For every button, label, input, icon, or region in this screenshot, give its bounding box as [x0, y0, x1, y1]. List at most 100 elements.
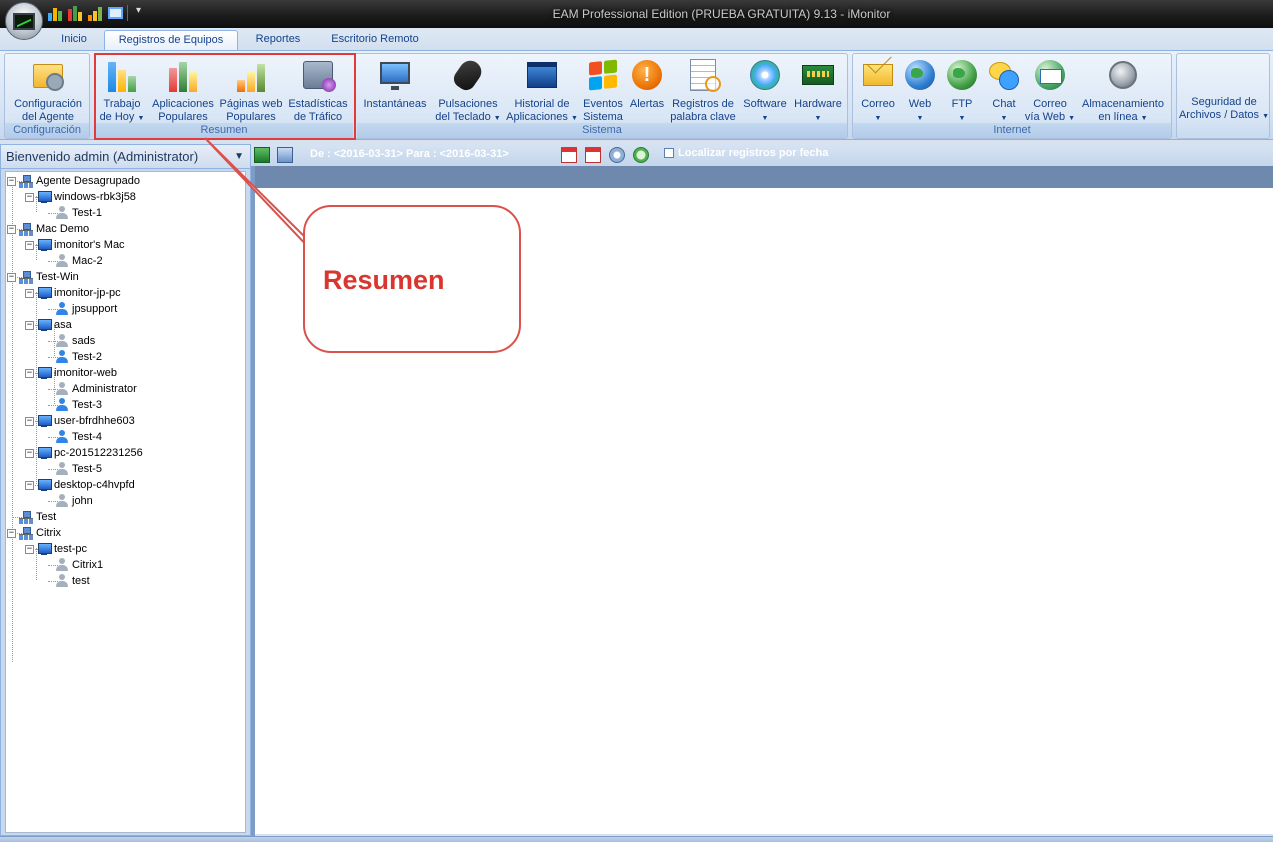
- ftp-button[interactable]: FTP ▼: [943, 58, 981, 122]
- tree-item-computer[interactable]: − imonitor-web: [25, 365, 117, 381]
- collapse-toggle-icon[interactable]: −: [25, 448, 34, 458]
- app-menu-button[interactable]: [5, 2, 43, 40]
- tree-item-computer[interactable]: − user-bfrdhhe603: [25, 413, 135, 429]
- tree-item-group[interactable]: − Agente Desagrupado: [7, 173, 140, 189]
- tree-item-user[interactable]: Test-3: [55, 397, 102, 413]
- hardware-button[interactable]: Hardware ▼: [794, 58, 842, 122]
- alertas-button[interactable]: ! Alertas: [627, 58, 667, 120]
- collapse-toggle-icon[interactable]: −: [25, 416, 34, 426]
- paginas-web-populares-button[interactable]: Páginas web Populares: [220, 58, 283, 123]
- excel-export-icon[interactable]: [254, 147, 270, 163]
- tree-item-computer[interactable]: − imonitor-jp-pc: [25, 285, 121, 301]
- tree-item-user[interactable]: Test-1: [55, 205, 102, 221]
- registros-palabra-clave-button[interactable]: Registros de palabra clave: [670, 58, 736, 123]
- collapse-toggle-icon[interactable]: −: [7, 272, 16, 282]
- calendar-from-icon[interactable]: [561, 147, 577, 163]
- chevron-down-icon: ▼: [493, 115, 501, 122]
- calendar-to-icon[interactable]: [585, 147, 601, 163]
- tree-item-group[interactable]: − Mac Demo: [7, 221, 89, 237]
- eventos-sistema-button[interactable]: Eventos Sistema: [581, 58, 625, 123]
- collapse-toggle-icon[interactable]: −: [25, 368, 34, 378]
- almacenamiento-button[interactable]: Almacenamiento en línea ▼: [1082, 58, 1164, 123]
- apps-popular-chart-icon: [166, 58, 200, 92]
- tree-item-user[interactable]: Test-4: [55, 429, 102, 445]
- tree-item-computer[interactable]: − pc-201512231256: [25, 445, 143, 461]
- collapse-toggle-icon[interactable]: −: [25, 480, 34, 490]
- tree-item-computer[interactable]: − windows-rbk3j58: [25, 189, 136, 205]
- aplicaciones-populares-button[interactable]: Aplicaciones Populares: [152, 58, 214, 123]
- tree-item-group[interactable]: Test: [19, 509, 56, 525]
- eventos-label-1: Eventos: [583, 98, 623, 110]
- locate-by-date-checkbox[interactable]: [664, 148, 674, 158]
- tree-item-computer[interactable]: − asa: [25, 317, 72, 333]
- agent-config-icon: [31, 58, 65, 92]
- pulsaciones-teclado-button[interactable]: Pulsaciones del Teclado ▼: [435, 56, 501, 123]
- agent-config-button[interactable]: Configuración del Agente: [9, 58, 87, 123]
- network-group-icon: [19, 510, 33, 524]
- almacenamiento-label-1: Almacenamiento: [1082, 98, 1164, 110]
- correo-button[interactable]: Correo ▼: [857, 58, 899, 122]
- tree-item-computer[interactable]: − imonitor's Mac: [25, 237, 125, 253]
- chat-button[interactable]: Chat ▼: [985, 58, 1023, 122]
- ribbon-tab-row: Inicio Registros de Equipos Reportes Esc…: [0, 28, 1273, 50]
- tree-item-label: imonitor's Mac: [54, 239, 125, 251]
- collapse-toggle-icon[interactable]: −: [7, 528, 16, 538]
- user-icon: [55, 398, 69, 412]
- tree-item-user[interactable]: Mac-2: [55, 253, 103, 269]
- software-button[interactable]: Software ▼: [743, 58, 787, 122]
- welcome-text: Bienvenido admin (Administrator): [6, 149, 199, 164]
- estadisticas-trafico-button[interactable]: Estadísticas de Tráfico: [288, 58, 348, 123]
- tab-reportes[interactable]: Reportes: [242, 30, 314, 50]
- tab-escritorio-remoto[interactable]: Escritorio Remoto: [318, 30, 432, 50]
- instantaneas-button[interactable]: Instantáneas: [363, 58, 427, 120]
- tree-item-user[interactable]: Test-5: [55, 461, 102, 477]
- collapse-toggle-icon[interactable]: −: [25, 288, 34, 298]
- tree-connector-line: [12, 180, 13, 662]
- collapse-toggle-icon[interactable]: −: [25, 544, 34, 554]
- tree-item-user[interactable]: john: [55, 493, 93, 509]
- clock-icon[interactable]: [609, 147, 625, 163]
- tree-item-user[interactable]: test: [55, 573, 90, 589]
- correo-web-label-1: Correo: [1033, 98, 1067, 110]
- tree-item-computer[interactable]: − desktop-c4hvpfd: [25, 477, 135, 493]
- tree-item-user[interactable]: jpsupport: [55, 301, 117, 317]
- tab-inicio[interactable]: Inicio: [48, 30, 100, 50]
- web-button[interactable]: Web ▼: [901, 58, 939, 122]
- trabajo-hoy-button[interactable]: Trabajo de Hoy ▼: [99, 58, 145, 123]
- collapse-toggle-icon[interactable]: −: [25, 320, 34, 330]
- tab-registros-de-equipos[interactable]: Registros de Equipos: [104, 30, 238, 50]
- tree-item-label: jpsupport: [72, 303, 118, 315]
- correo-web-button[interactable]: Correo vía Web ▼: [1025, 58, 1075, 123]
- aplicaciones-label-1: Aplicaciones: [152, 98, 214, 110]
- tree-item-label: Agente Desagrupado: [36, 175, 140, 187]
- chevron-down-icon[interactable]: ▼: [234, 145, 244, 169]
- correo-label: Correo: [861, 98, 895, 110]
- app-window-icon: [525, 58, 559, 92]
- estadisticas-label-1: Estadísticas: [288, 98, 348, 110]
- tree-item-group[interactable]: − Test-Win: [7, 269, 79, 285]
- trabajo-hoy-label-1: Trabajo: [103, 98, 141, 110]
- collapse-toggle-icon[interactable]: −: [25, 192, 34, 202]
- collapse-toggle-icon[interactable]: −: [7, 224, 16, 234]
- computer-icon: [37, 542, 52, 556]
- refresh-icon[interactable]: [633, 147, 649, 163]
- historial-aplicaciones-button[interactable]: Historial de Aplicaciones ▼: [506, 58, 578, 123]
- tree-item-group[interactable]: − Citrix: [7, 525, 61, 541]
- tree-item-computer[interactable]: − test-pc: [25, 541, 87, 557]
- chevron-down-icon: ▼: [1262, 113, 1270, 120]
- tree-item-label: test-pc: [54, 543, 88, 555]
- tree-item-label: asa: [54, 319, 72, 331]
- collapse-toggle-icon[interactable]: −: [25, 240, 34, 250]
- group-label-sistema: Sistema: [357, 123, 847, 138]
- tree-item-user[interactable]: Administrator: [55, 381, 137, 397]
- user-icon: [55, 558, 69, 572]
- tree-item-user[interactable]: Citrix1: [55, 557, 103, 573]
- tree-item-label: Test: [36, 511, 57, 523]
- export-icon[interactable]: [277, 147, 293, 163]
- software-cd-icon: [748, 58, 782, 92]
- tree-item-user[interactable]: sads: [55, 333, 95, 349]
- user-selector[interactable]: Bienvenido admin (Administrator) ▼: [1, 145, 250, 169]
- collapse-toggle-icon[interactable]: −: [7, 176, 16, 186]
- tree-item-user[interactable]: Test-2: [55, 349, 102, 365]
- chevron-down-icon: ▼: [874, 115, 882, 122]
